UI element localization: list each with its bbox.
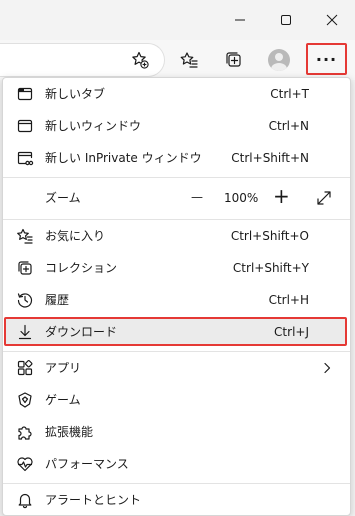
new-window-icon [15,116,35,136]
favorites-bar-icon [180,52,198,68]
more-icon: ··· [315,49,338,69]
menu-item-label: コレクション [45,261,118,275]
menu-separator [3,177,350,178]
zoom-level: 100% [224,191,259,205]
menu-item-shortcut: Ctrl+H [268,293,309,307]
inprivate-icon [15,148,35,168]
download-icon [15,322,35,342]
menu-item-favorites[interactable]: お気に入り Ctrl+Shift+O [3,220,350,252]
menu-item-history[interactable]: 履歴 Ctrl+H [3,284,350,316]
extensions-icon [15,422,35,442]
menu-item-label: ゲーム [45,393,81,407]
menu-item-shortcut: Ctrl+Shift+Y [232,261,309,275]
bell-icon [15,490,35,510]
zoom-in-button[interactable]: + [273,185,290,207]
menu-item-alerts-and-tips[interactable]: アラートとヒント [3,484,350,515]
add-favorite-button[interactable] [124,44,156,76]
menu-item-label: 新しい InPrivate ウィンドウ [45,151,202,165]
minimize-button[interactable] [217,0,263,40]
menu-item-new-tab[interactable]: 新しいタブ Ctrl+T [3,78,350,110]
menu-item-extensions[interactable]: 拡張機能 [3,416,350,448]
menu-item-downloads[interactable]: ダウンロード Ctrl+J [3,316,350,348]
menu-item-shortcut: Ctrl+T [270,87,309,101]
games-icon [15,390,35,410]
menu-item-label: パフォーマンス [45,457,129,471]
profile-button[interactable] [263,44,295,76]
menu-item-label: お気に入り [45,229,106,243]
menu-item-label: 新しいタブ [45,87,106,101]
favorites-icon [15,226,35,246]
menu-item-new-window[interactable]: 新しいウィンドウ Ctrl+N [3,110,350,142]
settings-and-more-button[interactable]: ··· [306,43,347,75]
favorites-button[interactable] [173,44,205,76]
menu-item-apps[interactable]: アプリ [3,352,350,384]
apps-icon [15,358,35,378]
zoom-row: ズーム — 100% + [3,182,350,214]
new-tab-icon [15,84,35,104]
menu-item-label: アラートとヒント [45,493,142,507]
menu-item-label: 新しいウィンドウ [45,119,142,133]
close-button[interactable] [309,0,355,40]
collections-toolbar-icon [226,52,241,67]
settings-menu: 新しいタブ Ctrl+T 新しいウィンドウ Ctrl+N 新しい InPriva… [2,77,351,516]
close-icon [326,14,338,26]
menu-item-label: 拡張機能 [45,425,94,439]
menu-item-label: 履歴 [45,293,70,307]
menu-item-performance[interactable]: パフォーマンス [3,448,350,480]
menu-item-shortcut: Ctrl+Shift+N [231,151,309,165]
zoom-out-button[interactable]: — [191,189,203,205]
menu-item-new-inprivate-window[interactable]: 新しい InPrivate ウィンドウ Ctrl+Shift+N [3,142,350,174]
menu-item-shortcut: Ctrl+J [274,325,309,339]
star-add-icon [132,51,149,69]
menu-item-shortcut: Ctrl+N [268,119,309,133]
browser-toolbar [0,40,355,80]
fullscreen-icon[interactable] [314,188,334,208]
menu-item-collections[interactable]: コレクション Ctrl+Shift+Y [3,252,350,284]
menu-item-games[interactable]: ゲーム [3,384,350,416]
collections-icon [15,258,35,278]
chevron-right-icon [317,358,337,378]
zoom-label: ズーム [45,191,81,205]
maximize-icon [281,15,291,25]
collections-button[interactable] [218,44,250,76]
title-bar [0,0,355,40]
avatar [268,49,290,71]
menu-item-label: アプリ [45,361,82,375]
menu-item-shortcut: Ctrl+Shift+O [230,229,309,243]
performance-icon [15,454,35,474]
maximize-button[interactable] [263,0,309,40]
history-icon [15,290,35,310]
menu-item-label: ダウンロード [45,325,118,339]
address-bar[interactable] [0,43,165,77]
minimize-icon [235,19,245,21]
